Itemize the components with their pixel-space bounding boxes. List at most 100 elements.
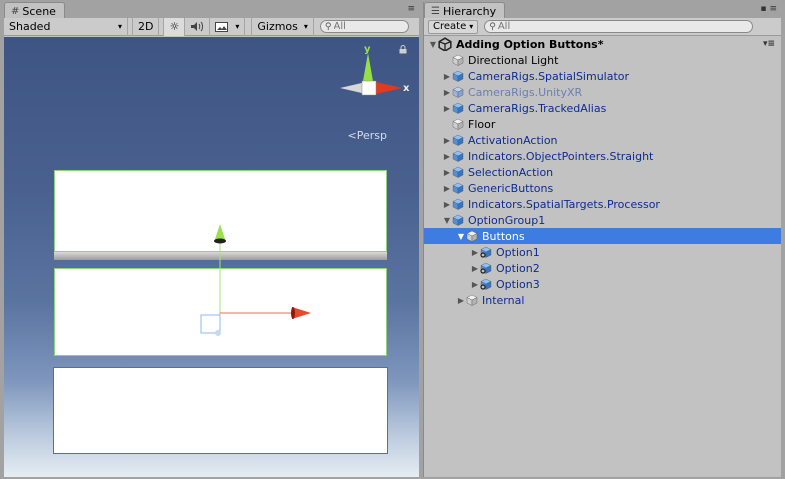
scene-menu-icon[interactable]: ▾≡ <box>763 39 775 49</box>
hierarchy-item[interactable]: ▶ Option1 <box>424 244 781 260</box>
scene-tab[interactable]: # Scene <box>4 2 65 19</box>
hierarchy-item[interactable]: ▶ CameraRigs.UnityXR <box>424 84 781 100</box>
expand-arrow-icon[interactable]: ▶ <box>442 72 452 81</box>
expand-arrow-icon[interactable]: ▶ <box>470 248 480 257</box>
prefab-cube-icon <box>452 182 464 194</box>
gizmos-label: Gizmos <box>257 20 298 33</box>
expand-arrow-icon[interactable]: ▶ <box>470 280 480 289</box>
hierarchy-search-input[interactable] <box>497 21 748 32</box>
expand-arrow-icon[interactable]: ▶ <box>442 200 452 209</box>
hierarchy-item[interactable]: ▶ Internal <box>424 292 781 308</box>
lighting-toggle[interactable]: ☼ <box>163 17 186 36</box>
collapse-arrow-icon[interactable]: ▼ <box>456 232 466 241</box>
search-icon: ⚲ <box>489 21 496 32</box>
hierarchy-item-label: Indicators.ObjectPointers.Straight <box>468 149 654 163</box>
dropdown-arrow-icon: ▾ <box>117 22 122 31</box>
prefab-variant-icon <box>480 278 492 290</box>
2d-label: 2D <box>138 20 154 33</box>
prefab-variant-icon <box>480 246 492 258</box>
hierarchy-tree: ▼ Adding Option Buttons* ▾≡ Directional … <box>424 36 781 308</box>
expand-arrow-icon[interactable]: ▶ <box>442 152 452 161</box>
hierarchy-item-label: CameraRigs.UnityXR <box>468 85 583 99</box>
expand-arrow-icon[interactable]: ▶ <box>470 264 480 273</box>
perspective-label[interactable]: <Persp <box>348 129 387 142</box>
scene-root-row[interactable]: ▼ Adding Option Buttons* ▾≡ <box>424 36 781 52</box>
gray-cube-icon <box>466 294 478 306</box>
sun-icon: ☼ <box>169 20 180 33</box>
lock-icon[interactable] <box>399 45 407 54</box>
dropdown-arrow-icon: ▾ <box>303 22 308 31</box>
hierarchy-item[interactable]: ▶ GenericButtons <box>424 180 781 196</box>
hierarchy-item[interactable]: Directional Light <box>424 52 781 68</box>
expand-arrow-icon[interactable]: ▶ <box>442 136 452 145</box>
hierarchy-item-label: Option2 <box>496 261 540 275</box>
prefab-cube-icon <box>452 134 464 146</box>
dropdown-arrow-icon: ▾ <box>235 22 240 31</box>
expand-arrow-icon[interactable]: ▶ <box>456 296 466 305</box>
expand-arrow-icon[interactable]: ▶ <box>442 168 452 177</box>
gizmos-dropdown[interactable]: Gizmos ▾ <box>251 17 314 36</box>
hierarchy-item-label: CameraRigs.TrackedAlias <box>468 101 607 115</box>
expand-arrow-icon[interactable]: ▶ <box>442 104 452 113</box>
prefab-cube-icon <box>452 166 464 178</box>
persp-text: Persp <box>356 129 387 142</box>
hierarchy-item[interactable]: ▼ Buttons <box>424 228 781 244</box>
hierarchy-item-label: Indicators.SpatialTargets.Processor <box>468 197 660 211</box>
hierarchy-item-label: OptionGroup1 <box>468 213 546 227</box>
create-dropdown[interactable]: Create ▾ <box>428 19 479 34</box>
scene-name: Adding Option Buttons* <box>456 37 604 51</box>
speaker-icon <box>191 21 204 32</box>
hierarchy-item[interactable]: ▼ OptionGroup1 <box>424 212 781 228</box>
hierarchy-item[interactable]: ▶ ActivationAction <box>424 132 781 148</box>
unity-editor-window: # Scene ≡ Shaded ▾ 2D ☼ ▾ Gizmos ▾ ⚲ All… <box>0 0 785 479</box>
collapse-arrow-icon[interactable]: ▼ <box>442 216 452 225</box>
hierarchy-item-label: Buttons <box>482 229 525 243</box>
gray-cube-icon <box>452 54 464 66</box>
prefab-cube-icon <box>452 102 464 114</box>
orientation-gizmo[interactable]: y x <box>332 43 412 123</box>
hierarchy-item[interactable]: ▶ Indicators.ObjectPointers.Straight <box>424 148 781 164</box>
hierarchy-panel: ☰ Hierarchy ▪ ≡ Create ▾ ⚲ ▼ Adding Opti… <box>423 2 781 477</box>
scene-tab-menu-icon[interactable]: ≡ <box>407 4 415 14</box>
hierarchy-item[interactable]: Floor <box>424 116 781 132</box>
hierarchy-item[interactable]: ▶ Option2 <box>424 260 781 276</box>
expand-arrow-icon[interactable]: ▶ <box>442 184 452 193</box>
hierarchy-item-label: Option3 <box>496 277 540 291</box>
audio-toggle[interactable] <box>185 17 211 36</box>
prefab-cube-icon <box>452 214 464 226</box>
scene-search-input[interactable] <box>333 21 404 32</box>
prefab-variant-icon <box>480 262 492 274</box>
search-icon: ⚲ <box>324 21 332 32</box>
persp-icon: < <box>347 129 357 142</box>
y-axis-label: y <box>364 44 371 55</box>
image-icon <box>215 21 229 32</box>
expand-arrow-icon[interactable]: ▼ <box>428 40 438 49</box>
expand-arrow-icon[interactable]: ▶ <box>442 88 452 97</box>
hierarchy-item[interactable]: ▶ CameraRigs.SpatialSimulator <box>424 68 781 84</box>
hierarchy-tab[interactable]: ☰ Hierarchy <box>424 2 506 19</box>
hierarchy-item[interactable]: ▶ SelectionAction <box>424 164 781 180</box>
dropdown-arrow-icon: ▾ <box>469 22 474 31</box>
unity-logo-icon <box>438 37 452 51</box>
hierarchy-tab-menu[interactable]: ▪ ≡ <box>760 4 777 14</box>
effects-dropdown[interactable]: ▾ <box>210 17 246 36</box>
hierarchy-item-label: CameraRigs.SpatialSimulator <box>468 69 630 83</box>
lock-icon[interactable]: ▪ <box>760 4 766 14</box>
menu-icon[interactable]: ≡ <box>769 4 777 14</box>
scene-viewport[interactable]: y x <Persp <box>4 37 419 477</box>
hierarchy-item[interactable]: ▶ Option3 <box>424 276 781 292</box>
scene-search-field[interactable]: ⚲ <box>319 20 409 33</box>
shading-mode-dropdown[interactable]: Shaded ▾ <box>4 17 128 36</box>
create-label: Create <box>433 21 467 32</box>
scene-tab-label: Scene <box>22 4 56 18</box>
2d-toggle[interactable]: 2D <box>132 17 160 36</box>
hierarchy-tab-bar: ☰ Hierarchy ▪ ≡ <box>424 2 781 19</box>
hierarchy-item-label: GenericButtons <box>468 181 554 195</box>
scene-tab-bar: # Scene ≡ <box>4 2 419 19</box>
gray-cube-icon <box>466 230 478 242</box>
hierarchy-search-field[interactable]: ⚲ <box>484 20 753 33</box>
hierarchy-item-label: Directional Light <box>468 53 559 67</box>
hierarchy-item[interactable]: ▶ CameraRigs.TrackedAlias <box>424 100 781 116</box>
prefab-cube-icon <box>452 198 464 210</box>
hierarchy-item[interactable]: ▶ Indicators.SpatialTargets.Processor <box>424 196 781 212</box>
